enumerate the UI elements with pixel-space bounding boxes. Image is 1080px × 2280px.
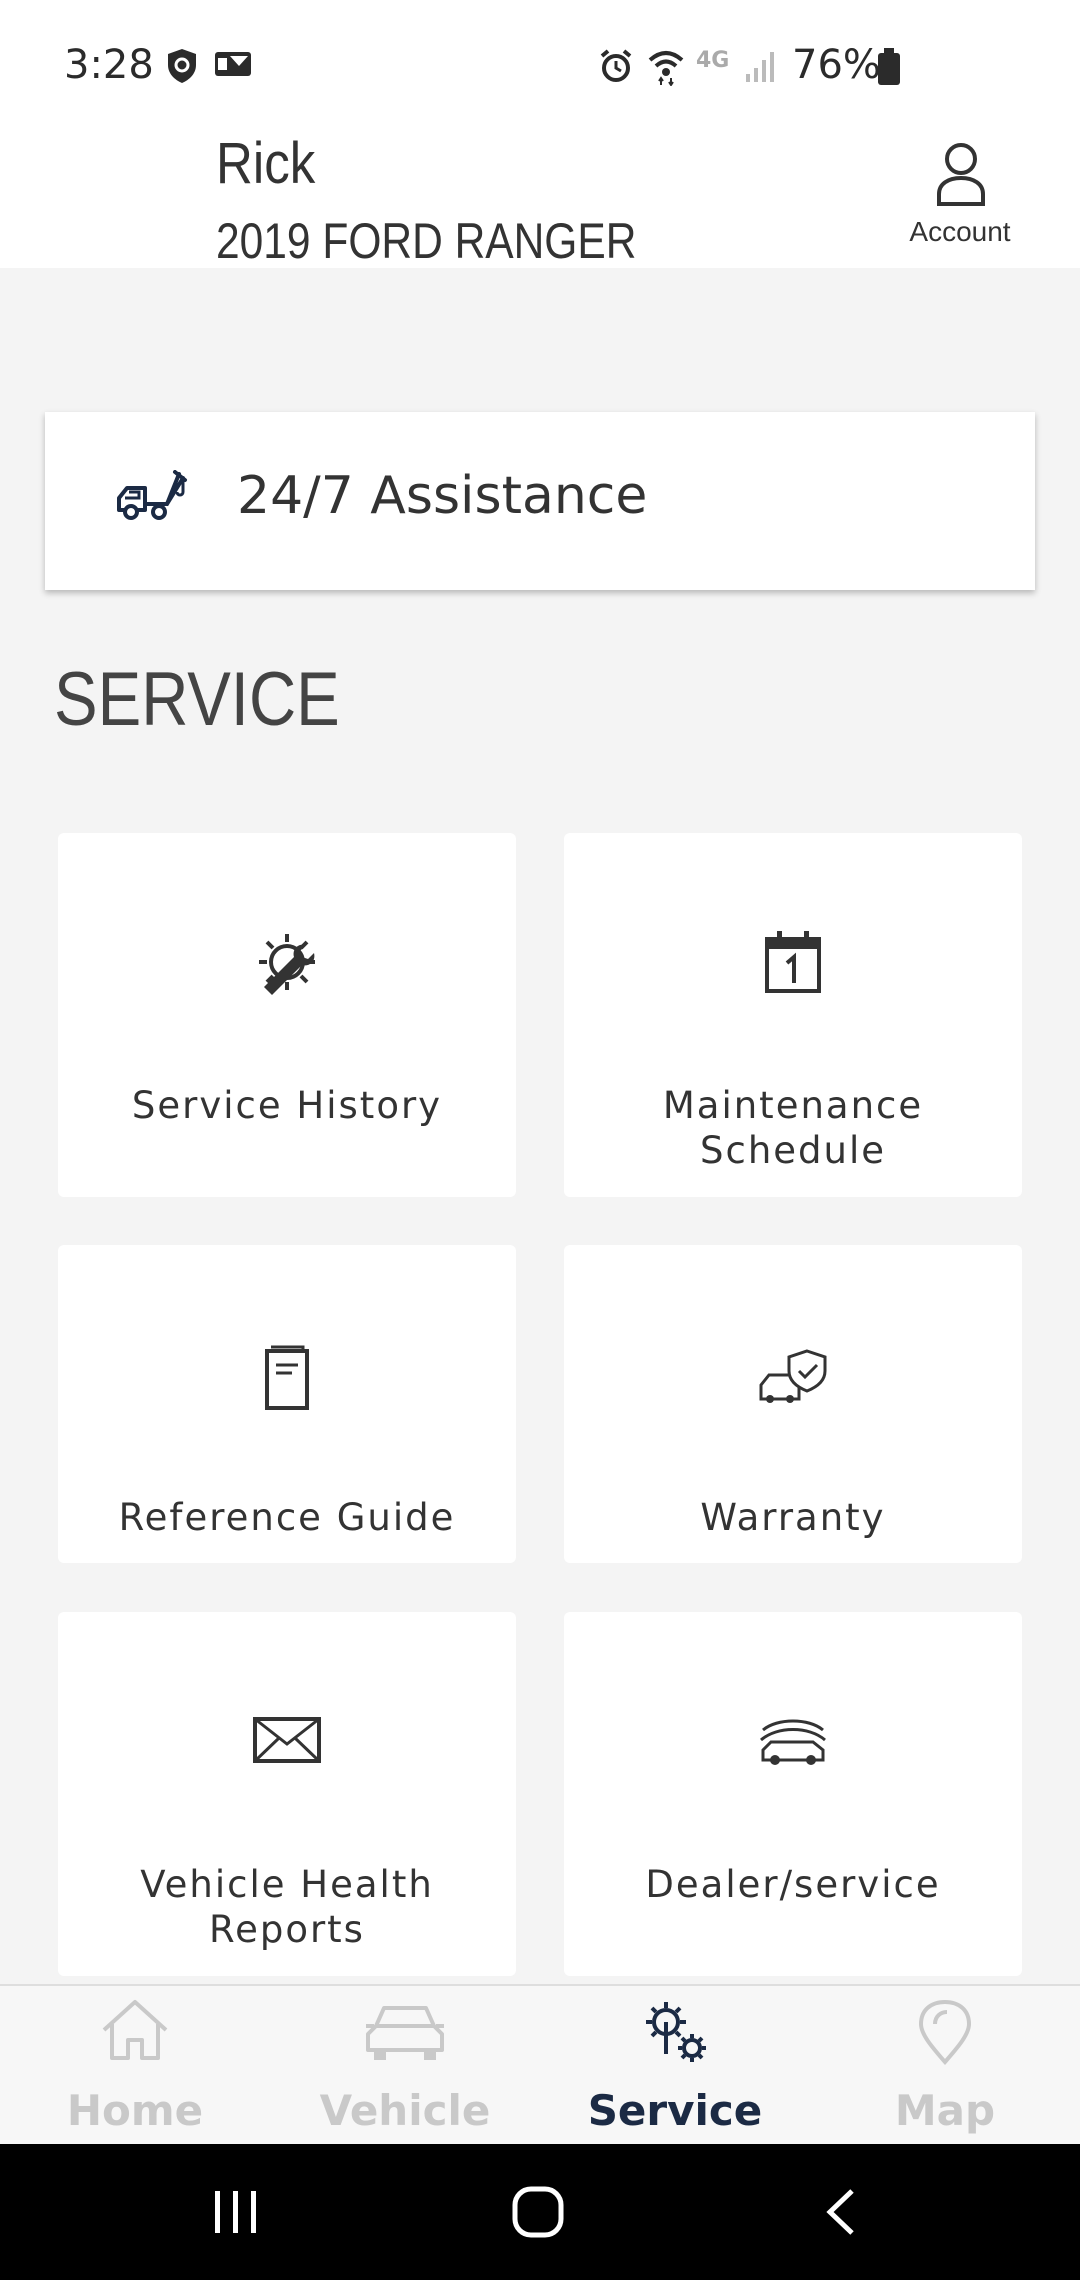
status-time: 3:28 — [64, 42, 154, 88]
tow-truck-icon — [117, 470, 187, 520]
tile-label: Maintenance Schedule — [662, 1084, 924, 1172]
wifi-icon — [648, 51, 684, 86]
assistance-card[interactable]: 24/7 Assistance — [45, 412, 1035, 590]
tile-reference-guide[interactable]: Reference Guide — [58, 1245, 516, 1563]
tile-warranty[interactable]: Warranty — [564, 1245, 1022, 1563]
back-button[interactable] — [740, 2144, 940, 2280]
nav-service[interactable]: Service — [540, 1986, 810, 2146]
account-button[interactable]: Account — [902, 140, 1018, 260]
calendar-icon — [765, 931, 821, 993]
dealer-car-icon — [760, 1719, 826, 1765]
gear-wrench-icon — [259, 934, 315, 995]
bottom-nav: Home Vehicle Service Map — [0, 1984, 1080, 2146]
signal-icon — [746, 52, 774, 82]
tile-service-history[interactable]: Service History — [58, 833, 516, 1197]
tile-label: Warranty — [700, 1496, 886, 1539]
nav-home[interactable]: Home — [0, 1986, 270, 2146]
section-title: SERVICE — [54, 657, 340, 742]
manual-icon — [265, 1345, 309, 1410]
alarm-icon — [600, 49, 632, 82]
person-icon — [937, 143, 985, 206]
tile-label: Vehicle Health Reports — [140, 1863, 434, 1951]
tile-dealer-service[interactable]: Dealer/service — [564, 1612, 1022, 1976]
shield-icon — [168, 49, 196, 83]
nav-map[interactable]: Map — [810, 1986, 1080, 2146]
tile-vehicle-health-reports[interactable]: Vehicle Health Reports — [58, 1612, 516, 1976]
tile-label: Reference Guide — [118, 1496, 456, 1539]
tile-label: Service History — [131, 1084, 443, 1127]
envelope-icon — [253, 1717, 321, 1763]
map-pin-icon — [918, 1999, 972, 2066]
recents-icon — [215, 2191, 256, 2233]
tile-maintenance-schedule[interactable]: Maintenance Schedule — [564, 833, 1022, 1197]
battery-icon — [878, 48, 900, 85]
service-gears-icon — [646, 2002, 706, 2062]
status-bar: 3:28 4G 76% — [0, 0, 1080, 130]
vehicle-name: 2019 FORD RANGER — [216, 213, 637, 269]
home-system-icon — [512, 2186, 564, 2238]
user-name: Rick — [216, 131, 316, 196]
tile-label: Dealer/service — [645, 1863, 941, 1906]
car-shield-icon — [759, 1349, 827, 1403]
car-icon — [366, 2006, 444, 2060]
recents-button[interactable] — [136, 2144, 336, 2280]
nav-vehicle[interactable]: Vehicle — [270, 1986, 540, 2146]
back-icon — [826, 2189, 854, 2235]
network-type: 4G — [696, 48, 730, 73]
system-nav-bar — [0, 2144, 1080, 2280]
email-icon — [215, 52, 251, 76]
account-label: Account — [909, 216, 1011, 247]
home-system-button[interactable] — [438, 2144, 638, 2280]
assistance-label: 24/7 Assistance — [237, 466, 648, 526]
home-icon — [102, 2000, 168, 2060]
battery-percent: 76% — [792, 42, 881, 88]
